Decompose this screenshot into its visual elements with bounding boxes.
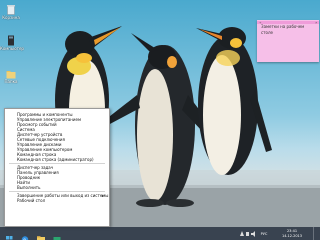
network-icon	[246, 232, 249, 236]
desktop-icon-label: Компьютер	[0, 46, 24, 51]
start-icon	[6, 236, 13, 240]
sticky-note-toolbar-icons: + ×	[257, 21, 319, 25]
sticky-note[interactable]: + × Заметки на рабочем столе	[257, 20, 319, 62]
desktop-icon-label: Папка	[4, 79, 18, 84]
language-indicator[interactable]: РУС	[257, 232, 271, 236]
desktop: Корзина Компьютер Папка + × Заметки на р…	[0, 0, 320, 240]
store-icon	[53, 237, 61, 240]
desktop-icon-folder[interactable]: Папка	[0, 70, 22, 84]
menu-item-run[interactable]: Выполнить	[5, 185, 109, 190]
desktop-icon-recycle-bin[interactable]: Корзина	[0, 4, 22, 20]
menu-item-command-prompt-admin[interactable]: Командная строка (администратор)	[5, 157, 109, 162]
desktop-icon-computer[interactable]: Компьютер	[0, 35, 24, 51]
show-desktop-button[interactable]	[313, 227, 320, 240]
quick-link-menu: Программы и компоненты Управление электр…	[4, 108, 110, 227]
taskbar: e РУС 23:41 14.12.2013	[0, 227, 320, 240]
menu-item-desktop[interactable]: Рабочий стол	[5, 198, 109, 203]
taskbar-explorer[interactable]	[34, 229, 48, 240]
menu-separator	[9, 191, 105, 192]
clock-time: 23:41	[286, 229, 298, 233]
menu-separator	[9, 163, 105, 164]
computer-icon	[8, 35, 14, 46]
start-button[interactable]	[2, 229, 16, 240]
clock-date: 14.12.2013	[281, 233, 303, 238]
show-hidden-icons-icon	[240, 231, 244, 236]
sticky-note-text[interactable]: Заметки на рабочем столе	[261, 24, 315, 36]
ie-icon: e	[21, 236, 29, 240]
explorer-icon	[37, 236, 45, 240]
sticky-note-toolbar[interactable]: + ×	[257, 20, 319, 25]
taskbar-ie[interactable]: e	[18, 229, 32, 240]
tray-icons[interactable]	[238, 229, 256, 238]
taskbar-store[interactable]	[50, 229, 64, 240]
folder-icon	[6, 71, 16, 79]
volume-icon	[251, 231, 255, 237]
desktop-icon-label: Корзина	[2, 15, 20, 20]
recycle-bin-icon	[7, 5, 15, 15]
clock[interactable]: 23:41 14.12.2013	[274, 227, 310, 240]
